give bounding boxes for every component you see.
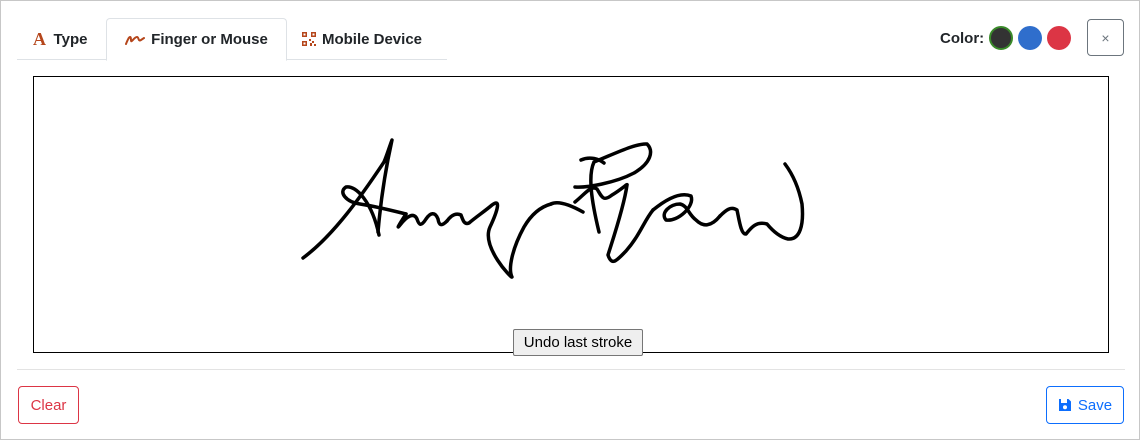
signature-squiggle-icon [125,33,146,47]
footer-divider [17,369,1125,370]
signature-modal: A Type Finger or Mouse Mobile Device Col… [0,0,1140,440]
tab-type-label: Type [53,30,88,48]
qr-code-icon [301,32,316,46]
signature-strokes [301,138,805,279]
close-icon: × [1101,29,1110,46]
clear-button[interactable]: Clear [18,386,79,424]
undo-last-stroke-button[interactable]: Undo last stroke [513,329,643,356]
signature-canvas[interactable] [33,76,1109,353]
tab-mobile-device[interactable]: Mobile Device [287,18,437,60]
color-swatch-red[interactable] [1047,26,1071,50]
color-swatch-black[interactable] [989,26,1013,50]
save-label: Save [1077,396,1113,414]
tab-finger-or-mouse[interactable]: Finger or Mouse [106,18,287,61]
svg-text:A: A [33,31,46,47]
tab-type[interactable]: A Type [17,18,103,60]
tab-finger-label: Finger or Mouse [151,31,268,48]
color-label: Color: [940,30,985,47]
close-button[interactable]: × [1087,19,1124,56]
color-swatch-blue[interactable] [1018,26,1042,50]
signature-method-tabs: A Type Finger or Mouse Mobile Device [17,18,447,61]
tab-mobile-label: Mobile Device [321,30,423,48]
letter-a-icon: A [33,31,48,47]
floppy-disk-icon [1058,398,1072,412]
save-button[interactable]: Save [1046,386,1124,424]
